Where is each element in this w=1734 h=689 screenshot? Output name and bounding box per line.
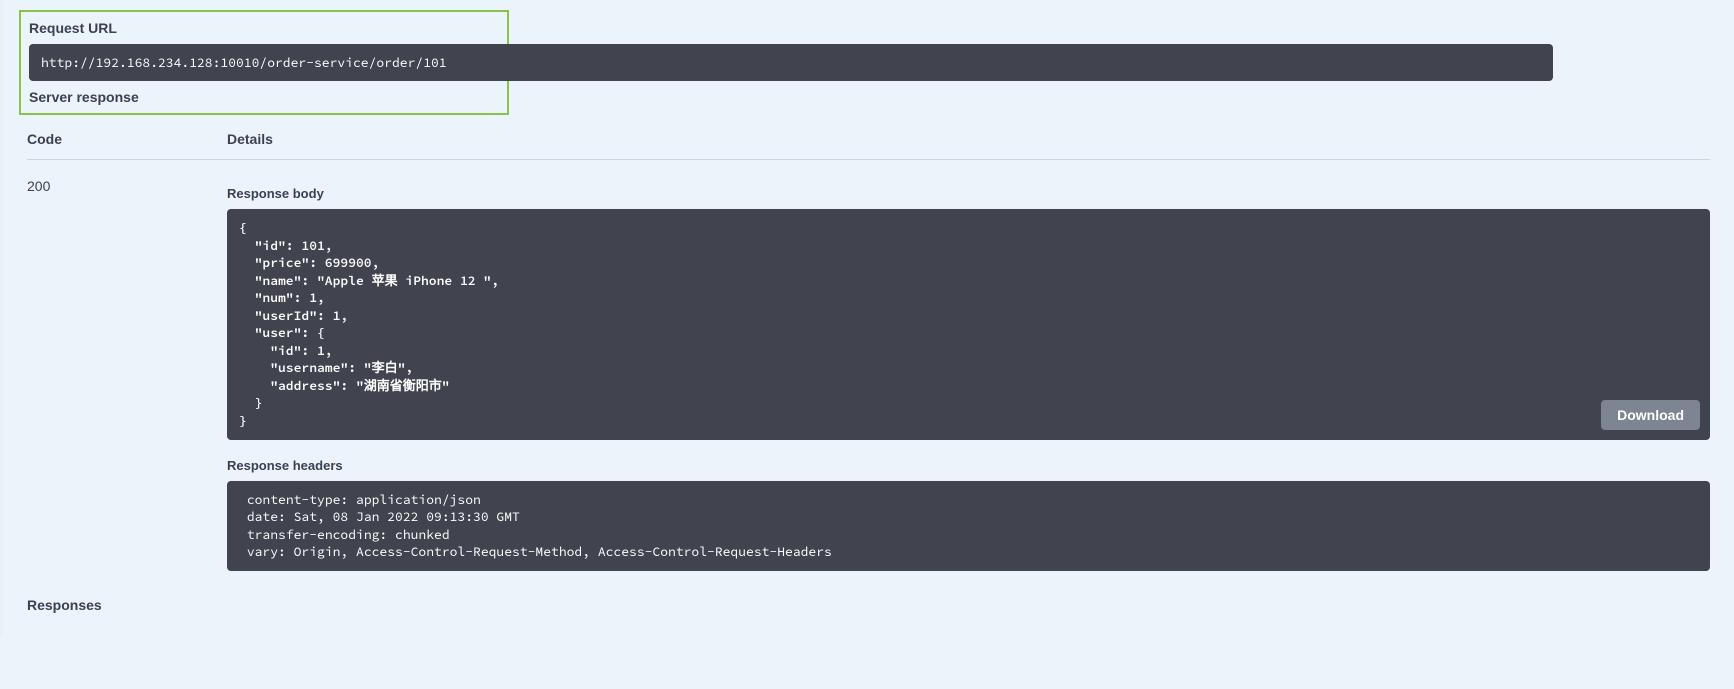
highlighted-region: Request URL http://192.168.234.128:10010… (19, 10, 509, 115)
request-url-label: Request URL (29, 20, 499, 36)
response-headers-label: Response headers (227, 458, 1710, 473)
request-url-value[interactable]: http://192.168.234.128:10010/order-servi… (29, 44, 1553, 81)
response-table-header: Code Details (27, 131, 1710, 160)
download-button[interactable]: Download (1601, 400, 1700, 430)
response-body-content[interactable]: { "id": 101, "price": 699900, "name": "A… (227, 209, 1710, 440)
code-column-header: Code (27, 131, 227, 147)
response-headers-content[interactable]: content-type: application/json date: Sat… (227, 481, 1710, 571)
details-column-header: Details (227, 131, 1710, 147)
responses-section-label: Responses (27, 597, 1710, 613)
response-row: 200 Response body { "id": 101, "price": … (27, 178, 1710, 571)
server-response-label: Server response (29, 89, 499, 105)
status-code: 200 (27, 178, 227, 571)
response-body-label: Response body (227, 186, 1710, 201)
